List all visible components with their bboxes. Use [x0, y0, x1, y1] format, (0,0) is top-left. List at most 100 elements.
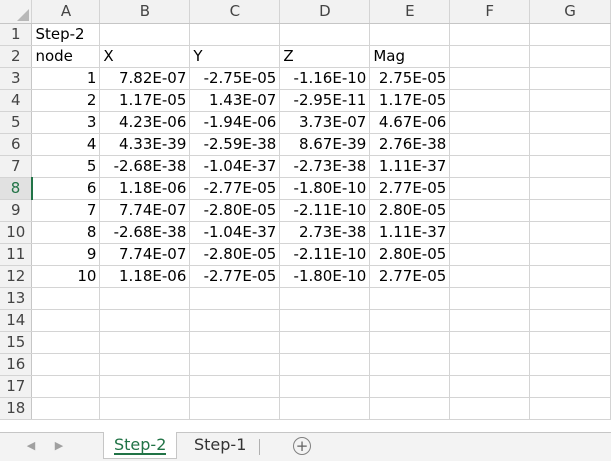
cell-c13[interactable]: [189, 287, 281, 310]
column-header-c[interactable]: C: [189, 0, 281, 24]
cell-c15[interactable]: [189, 331, 281, 354]
cell-b12[interactable]: 1.18E-06: [99, 265, 191, 288]
select-all-corner[interactable]: [0, 0, 33, 24]
row-header[interactable]: 12: [0, 265, 33, 288]
cell-d2[interactable]: Z: [279, 45, 371, 68]
cell-d1[interactable]: [279, 23, 371, 46]
row-header[interactable]: 3: [0, 67, 33, 90]
cell-a18[interactable]: [31, 397, 101, 420]
tab-step-2[interactable]: Step-2: [103, 432, 178, 459]
cell-e5[interactable]: 4.67E-06: [369, 111, 451, 134]
row-header[interactable]: 13: [0, 287, 33, 310]
cell-d6[interactable]: 8.67E-39: [279, 133, 371, 156]
cell-e10[interactable]: 1.11E-37: [369, 221, 451, 244]
cell-g12[interactable]: [529, 265, 611, 288]
cell-e12[interactable]: 2.77E-05: [369, 265, 451, 288]
cell-g4[interactable]: [529, 89, 611, 112]
cell-g11[interactable]: [529, 243, 611, 266]
cell-e13[interactable]: [369, 287, 451, 310]
cell-g3[interactable]: [529, 67, 611, 90]
row-header[interactable]: 2: [0, 45, 33, 68]
cell-b10[interactable]: -2.68E-38: [99, 221, 191, 244]
column-header-a[interactable]: A: [31, 0, 101, 24]
cell-a14[interactable]: [31, 309, 101, 332]
cell-e3[interactable]: 2.75E-05: [369, 67, 451, 90]
cell-b16[interactable]: [99, 353, 191, 376]
cell-g6[interactable]: [529, 133, 611, 156]
cell-c16[interactable]: [189, 353, 281, 376]
cell-g10[interactable]: [529, 221, 611, 244]
cell-a17[interactable]: [31, 375, 101, 398]
cell-e17[interactable]: [369, 375, 451, 398]
plus-circle-icon[interactable]: +: [293, 437, 311, 455]
cell-g13[interactable]: [529, 287, 611, 310]
cell-c2[interactable]: Y: [189, 45, 281, 68]
cell-b2[interactable]: X: [99, 45, 191, 68]
cell-e16[interactable]: [369, 353, 451, 376]
cell-d4[interactable]: -2.95E-11: [279, 89, 371, 112]
cell-c17[interactable]: [189, 375, 281, 398]
row-header[interactable]: 4: [0, 89, 33, 112]
cell-e15[interactable]: [369, 331, 451, 354]
row-header[interactable]: 17: [0, 375, 33, 398]
cell-f9[interactable]: [449, 199, 531, 222]
cell-d14[interactable]: [279, 309, 371, 332]
cell-f5[interactable]: [449, 111, 531, 134]
cell-f2[interactable]: [449, 45, 531, 68]
cell-c6[interactable]: -2.59E-38: [189, 133, 281, 156]
cell-g8[interactable]: [529, 177, 611, 200]
row-header[interactable]: 8: [0, 177, 33, 200]
column-header-e[interactable]: E: [369, 0, 451, 24]
cell-c3[interactable]: -2.75E-05: [189, 67, 281, 90]
cell-a6[interactable]: 4: [31, 133, 101, 156]
cell-a13[interactable]: [31, 287, 101, 310]
cell-c12[interactable]: -2.77E-05: [189, 265, 281, 288]
column-header-d[interactable]: D: [279, 0, 371, 24]
row-header[interactable]: 14: [0, 309, 33, 332]
row-header[interactable]: 18: [0, 397, 33, 420]
cell-g17[interactable]: [529, 375, 611, 398]
cell-d9[interactable]: -2.11E-10: [279, 199, 371, 222]
cell-b5[interactable]: 4.23E-06: [99, 111, 191, 134]
cell-e6[interactable]: 2.76E-38: [369, 133, 451, 156]
row-header[interactable]: 6: [0, 133, 33, 156]
cell-g2[interactable]: [529, 45, 611, 68]
cell-g16[interactable]: [529, 353, 611, 376]
cell-c8[interactable]: -2.77E-05: [189, 177, 281, 200]
cell-e4[interactable]: 1.17E-05: [369, 89, 451, 112]
cell-c5[interactable]: -1.94E-06: [189, 111, 281, 134]
cell-d3[interactable]: -1.16E-10: [279, 67, 371, 90]
cell-f1[interactable]: [449, 23, 531, 46]
column-header-g[interactable]: G: [529, 0, 611, 24]
cell-g1[interactable]: [529, 23, 611, 46]
cell-a1[interactable]: Step-2: [31, 23, 101, 46]
tab-step-1[interactable]: Step-1: [184, 432, 256, 459]
cell-e8[interactable]: 2.77E-05: [369, 177, 451, 200]
cell-f14[interactable]: [449, 309, 531, 332]
cell-c18[interactable]: [189, 397, 281, 420]
cell-d17[interactable]: [279, 375, 371, 398]
row-header[interactable]: 9: [0, 199, 33, 222]
cell-b17[interactable]: [99, 375, 191, 398]
cell-b8[interactable]: 1.18E-06: [99, 177, 191, 200]
cell-e7[interactable]: 1.11E-37: [369, 155, 451, 178]
cell-c14[interactable]: [189, 309, 281, 332]
cell-f15[interactable]: [449, 331, 531, 354]
cell-c7[interactable]: -1.04E-37: [189, 155, 281, 178]
cell-d15[interactable]: [279, 331, 371, 354]
cell-g18[interactable]: [529, 397, 611, 420]
cell-a9[interactable]: 7: [31, 199, 101, 222]
cell-e18[interactable]: [369, 397, 451, 420]
cell-g15[interactable]: [529, 331, 611, 354]
cell-d12[interactable]: -1.80E-10: [279, 265, 371, 288]
cell-b1[interactable]: [99, 23, 191, 46]
cell-f16[interactable]: [449, 353, 531, 376]
cell-g5[interactable]: [529, 111, 611, 134]
cell-b3[interactable]: 7.82E-07: [99, 67, 191, 90]
column-header-f[interactable]: F: [449, 0, 531, 24]
cell-f17[interactable]: [449, 375, 531, 398]
cell-f12[interactable]: [449, 265, 531, 288]
cell-g9[interactable]: [529, 199, 611, 222]
cell-c9[interactable]: -2.80E-05: [189, 199, 281, 222]
cell-a15[interactable]: [31, 331, 101, 354]
